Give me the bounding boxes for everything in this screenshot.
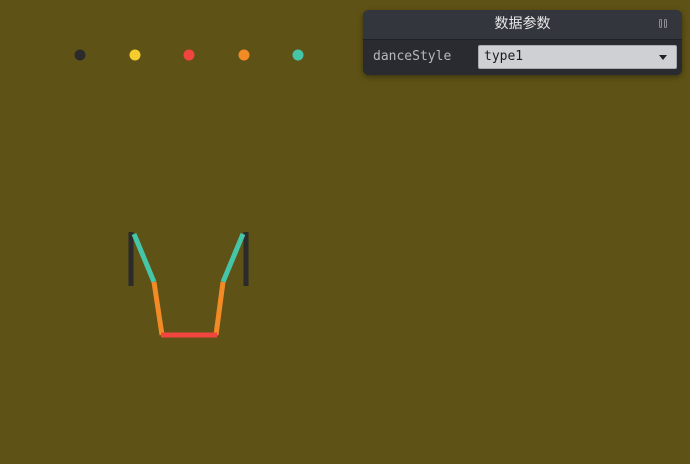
right-lower-limb [213,281,226,336]
gui-title: 数据参数 [494,16,551,32]
palette-dot [129,49,141,61]
left-upper-limb [131,233,157,283]
chevron-down-icon[interactable] [659,55,667,60]
left-lower-limb [151,281,165,336]
gui-panel: 数据参数 danceStyle type1 [363,10,682,75]
gui-header[interactable]: 数据参数 [363,10,682,39]
palette-dot [183,49,195,61]
palette-dot [292,49,304,61]
right-upper-limb [220,233,246,283]
dance-style-row: danceStyle type1 [363,40,682,75]
dance-style-label: danceStyle [373,49,452,64]
pause-icon[interactable] [659,19,669,30]
palette-dot [74,49,86,61]
stick-dancer [128,232,249,338]
dance-style-select[interactable]: type1 [478,45,677,69]
color-palette [74,49,304,61]
dance-style-value: type1 [484,49,524,64]
palette-dot [238,49,250,61]
